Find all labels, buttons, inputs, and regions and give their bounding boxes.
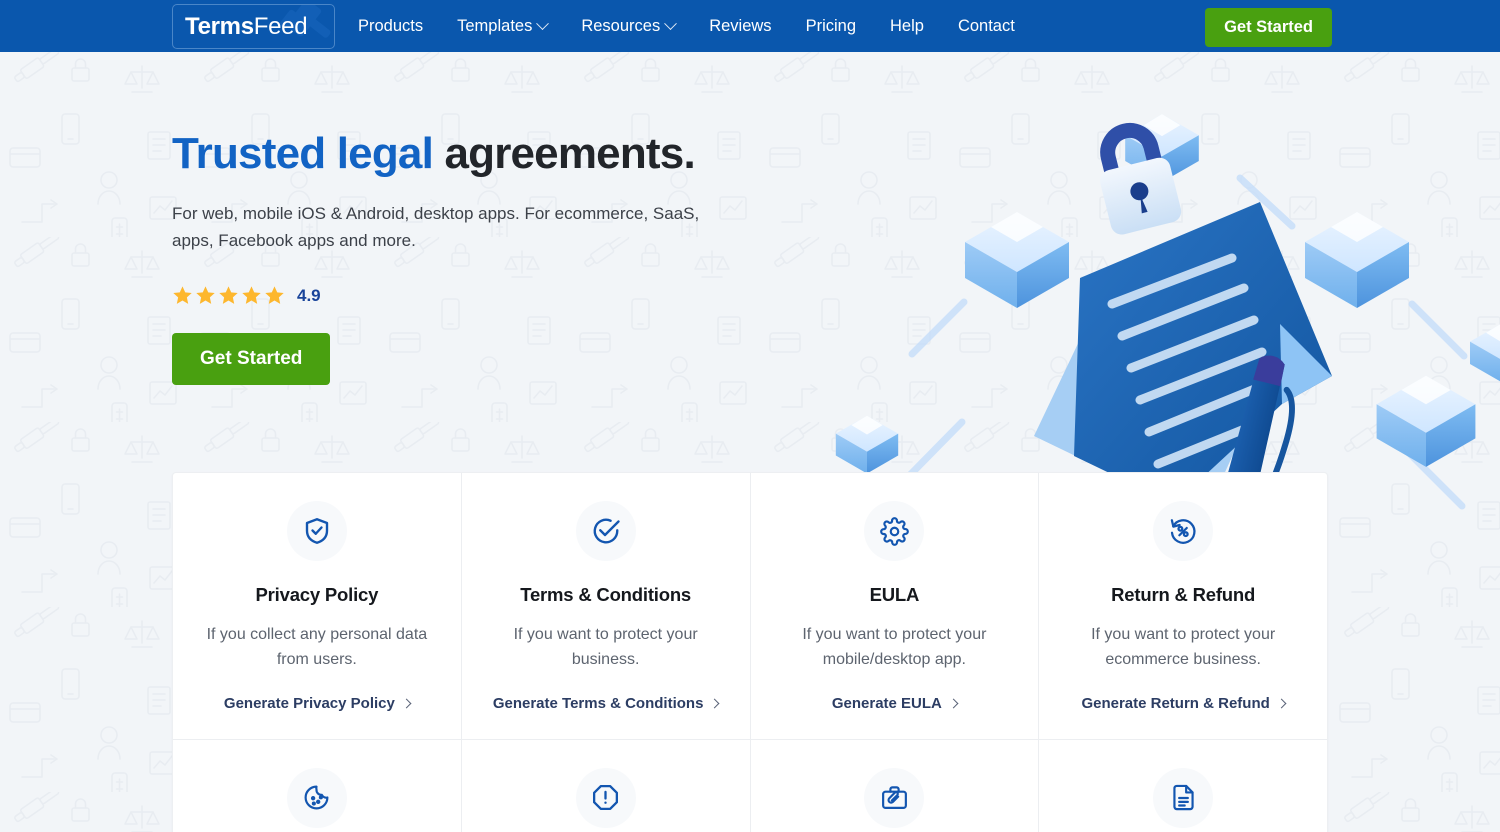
card-description: If you want to protect your ecommerce bu… (1091, 626, 1276, 668)
card-privacy-policy[interactable]: Privacy Policy If you collect any person… (173, 473, 462, 739)
circle-check-icon (593, 518, 620, 544)
cookie-icon (304, 785, 329, 810)
nav-item-products[interactable]: Products (358, 0, 440, 52)
card-disclaimer[interactable]: Disclaimer If you want to create a legal (462, 739, 751, 832)
card-title: Return & Refund (1111, 584, 1256, 605)
icon-circle (864, 767, 925, 828)
nav-item-reviews[interactable]: Reviews (692, 0, 788, 52)
card-link-generate[interactable]: Generate EULA (831, 694, 959, 712)
nav-item-templates[interactable]: Templates (440, 0, 564, 52)
nav-label: Resources (581, 17, 661, 35)
chevron-right-icon (948, 698, 959, 709)
icon-circle (1153, 501, 1214, 561)
hero-copy: Trusted legal agreements. For web, mobil… (172, 129, 792, 386)
nav-label: Products (358, 17, 424, 35)
chevron-right-icon (709, 698, 720, 709)
chevron-right-icon (401, 698, 412, 709)
logo-text: TermsFeed (173, 12, 308, 41)
nav-item-resources[interactable]: Resources (564, 0, 692, 52)
star-icon (196, 286, 215, 304)
nav-label: Reviews (709, 17, 772, 35)
icon-circle (864, 501, 925, 561)
chevron-down-icon (536, 16, 550, 30)
card-title: EULA (869, 584, 920, 605)
nav-item-help[interactable]: Help (873, 0, 941, 52)
card-eula[interactable]: EULA If you want to protect your mobile/… (751, 473, 1040, 739)
page-title-rest: agreements. (433, 129, 695, 178)
card-cookies-policy[interactable]: Cookies Policy If you use cookies on you… (173, 739, 462, 832)
star-icon (219, 286, 238, 304)
main-nav: Products Templates Resources Reviews Pri… (358, 0, 1032, 52)
card-link-label: Generate Return & Refund (1081, 694, 1270, 712)
shield-check-icon (305, 518, 329, 544)
hero-subtitle: For web, mobile iOS & Android, desktop a… (172, 204, 700, 251)
octagon-alert-icon (593, 785, 619, 811)
site-header: TermsFeed Products Templates Resources R… (0, 0, 1500, 52)
card-link-label: Generate Privacy Policy (223, 694, 395, 712)
card-return-refund[interactable]: Return & Refund If you want to protect y… (1039, 473, 1327, 739)
icon-circle (286, 767, 347, 828)
logo[interactable]: TermsFeed (172, 4, 335, 49)
card-description: If you collect any personal data from us… (206, 626, 428, 668)
card-title: Privacy Policy (255, 584, 379, 605)
nav-label: Help (890, 17, 924, 35)
icon-circle (575, 501, 636, 561)
card-description: If you want to protect your business. (513, 626, 698, 668)
document-lines-icon (1172, 784, 1194, 811)
hero-get-started-button[interactable]: Get Started (172, 333, 331, 386)
icon-circle (1153, 767, 1214, 828)
refund-percent-icon (1170, 519, 1196, 544)
logo-text-bold: Terms (185, 12, 254, 40)
nav-item-pricing[interactable]: Pricing (789, 0, 873, 52)
chevron-down-icon (664, 16, 678, 30)
card-terms-conditions[interactable]: Terms & Conditions If you want to protec… (462, 473, 751, 739)
card-link-generate[interactable]: Generate Terms & Conditions (492, 694, 720, 712)
icon-circle (286, 501, 347, 561)
hero-section: Trusted legal agreements. For web, mobil… (0, 52, 1500, 832)
card-description: If you want to protect your mobile/deskt… (802, 626, 987, 668)
logo-text-light: Feed (253, 12, 308, 40)
nav-label: Pricing (805, 17, 856, 35)
card-link-generate[interactable]: Generate Privacy Policy (223, 694, 412, 712)
nav-item-contact[interactable]: Contact (941, 0, 1032, 52)
card-link-label: Generate Terms & Conditions (492, 694, 704, 712)
star-rating (172, 285, 285, 306)
star-icon (173, 286, 192, 304)
card-terms-of-service[interactable]: Terms of Service If you want to protect … (751, 739, 1040, 832)
page-title: Trusted legal agreements. (172, 129, 792, 178)
nav-label: Contact (957, 17, 1015, 35)
icon-circle (575, 767, 636, 828)
page-title-accent: Trusted legal (172, 129, 434, 178)
rating-score: 4.9 (297, 285, 321, 305)
nav-label: Templates (457, 17, 533, 35)
card-row: Cookies Policy If you use cookies on you… (173, 739, 1327, 832)
card-link-generate[interactable]: Generate Return & Refund (1081, 694, 1287, 712)
card-title: Terms & Conditions (520, 584, 692, 605)
card-row: Privacy Policy If you collect any person… (173, 473, 1327, 740)
header-get-started-button[interactable]: Get Started (1205, 8, 1332, 47)
rating: 4.9 (172, 285, 792, 306)
star-icon (265, 286, 284, 304)
agreement-card-grid: Privacy Policy If you collect any person… (172, 472, 1328, 832)
star-icon (242, 286, 261, 304)
briefcase-clip-icon (881, 786, 907, 810)
card-terms-of-use[interactable]: Terms of Use If you want to protect your (1039, 740, 1327, 832)
card-link-label: Generate EULA (831, 694, 942, 712)
gear-icon (880, 516, 909, 546)
chevron-right-icon (1276, 698, 1287, 709)
